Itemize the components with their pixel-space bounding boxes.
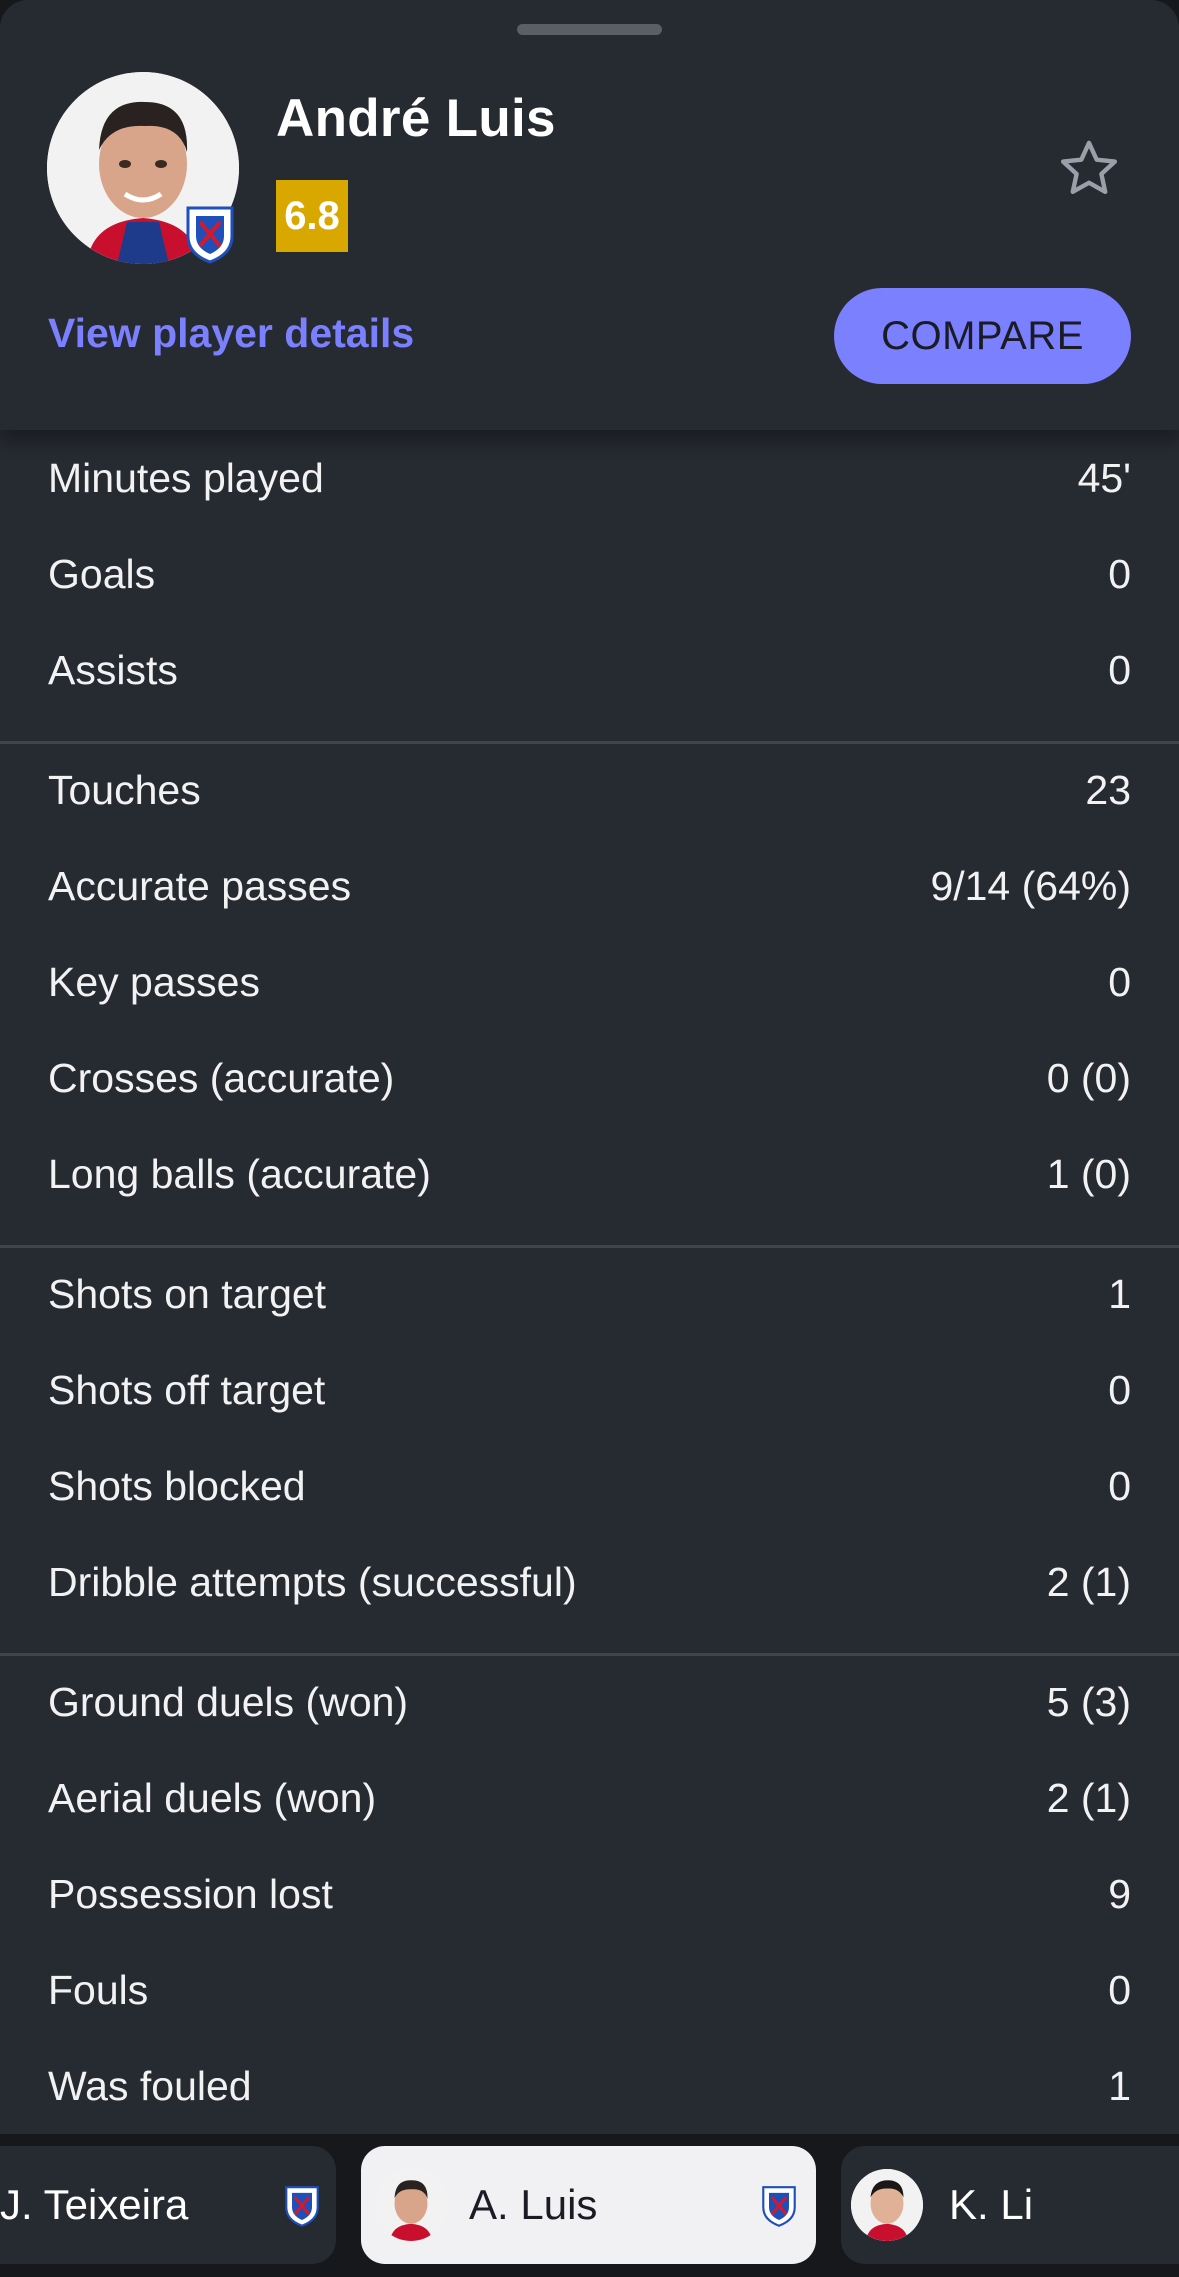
stat-row-ground-duels: Ground duels (won) 5 (3) bbox=[48, 1654, 1131, 1750]
player-chip-name: K. Li bbox=[949, 2181, 1034, 2228]
stat-label: Aerial duels (won) bbox=[48, 1774, 377, 1821]
stat-label: Long balls (accurate) bbox=[48, 1150, 431, 1197]
stat-label: Shots blocked bbox=[48, 1462, 306, 1509]
stat-value: 0 bbox=[1108, 1366, 1131, 1413]
stat-label: Assists bbox=[48, 646, 178, 693]
stat-value: 1 bbox=[1108, 1270, 1131, 1317]
stat-row-crosses: Crosses (accurate) 0 (0) bbox=[48, 1030, 1131, 1126]
stat-value: 9 bbox=[1108, 1870, 1131, 1917]
stat-value: 45' bbox=[1077, 454, 1131, 501]
stat-label: Touches bbox=[48, 766, 201, 813]
stat-row-was-fouled: Was fouled 1 bbox=[48, 2038, 1131, 2134]
stat-label: Ground duels (won) bbox=[48, 1678, 409, 1725]
stat-label: Key passes bbox=[48, 958, 260, 1005]
stat-value: 0 bbox=[1108, 1462, 1131, 1509]
stat-label: Accurate passes bbox=[48, 862, 352, 909]
player-chip-avatar bbox=[375, 2169, 447, 2241]
stat-label: Dribble attempts (successful) bbox=[48, 1558, 577, 1605]
player-switcher: J. Teixeira A. Luis K. Li bbox=[0, 2134, 1179, 2277]
stat-label: Possession lost bbox=[48, 1870, 333, 1917]
stat-label: Minutes played bbox=[48, 454, 324, 501]
player-name: André Luis bbox=[276, 89, 556, 148]
stat-value: 0 bbox=[1108, 958, 1131, 1005]
stat-row-key-passes: Key passes 0 bbox=[48, 934, 1131, 1030]
stat-label: Crosses (accurate) bbox=[48, 1054, 395, 1101]
view-player-details-link[interactable]: View player details bbox=[48, 310, 414, 357]
player-chip-avatar bbox=[851, 2169, 923, 2241]
player-chip-name: A. Luis bbox=[469, 2181, 598, 2228]
team-badge-icon bbox=[759, 2182, 799, 2228]
stat-row-possession-lost: Possession lost 9 bbox=[48, 1846, 1131, 1942]
stat-row-shots-on-target: Shots on target 1 bbox=[48, 1246, 1131, 1342]
favorite-star-icon[interactable] bbox=[1056, 136, 1122, 202]
stat-label: Goals bbox=[48, 550, 156, 597]
player-chip-teixeira[interactable]: J. Teixeira bbox=[0, 2146, 336, 2264]
player-header: André Luis 6.8 View player details COMPA… bbox=[0, 0, 1179, 430]
compare-button[interactable]: COMPARE bbox=[834, 288, 1131, 384]
stat-row-shots-off-target: Shots off target 0 bbox=[48, 1342, 1131, 1438]
stat-value: 0 bbox=[1108, 1966, 1131, 2013]
stat-row-assists: Assists 0 bbox=[48, 622, 1131, 718]
stat-row-accurate-passes: Accurate passes 9/14 (64%) bbox=[48, 838, 1131, 934]
stat-row-shots-blocked: Shots blocked 0 bbox=[48, 1438, 1131, 1534]
stat-value: 1 (0) bbox=[1046, 1150, 1131, 1197]
stat-row-dribble-attempts: Dribble attempts (successful) 2 (1) bbox=[48, 1534, 1131, 1630]
stat-value: 9/14 (64%) bbox=[930, 862, 1131, 909]
stat-label: Was fouled bbox=[48, 2062, 252, 2109]
stat-value: 5 (3) bbox=[1046, 1678, 1131, 1725]
stat-label: Shots off target bbox=[48, 1366, 326, 1413]
stat-label: Shots on target bbox=[48, 1270, 327, 1317]
player-rating-badge: 6.8 bbox=[276, 180, 348, 252]
player-chip-name: J. Teixeira bbox=[0, 2181, 189, 2228]
player-stats-sheet: André Luis 6.8 View player details COMPA… bbox=[0, 0, 1179, 2277]
stat-row-long-balls: Long balls (accurate) 1 (0) bbox=[48, 1126, 1131, 1222]
team-badge-icon bbox=[182, 202, 238, 264]
team-badge-icon bbox=[282, 2182, 322, 2228]
stat-row-fouls: Fouls 0 bbox=[48, 1942, 1131, 2038]
stat-value: 1 bbox=[1108, 2062, 1131, 2109]
stat-row-touches: Touches 23 bbox=[48, 742, 1131, 838]
stat-row-aerial-duels: Aerial duels (won) 2 (1) bbox=[48, 1750, 1131, 1846]
sheet-drag-handle[interactable] bbox=[517, 24, 662, 35]
stat-value: 0 (0) bbox=[1046, 1054, 1131, 1101]
player-chip-luis[interactable]: A. Luis bbox=[361, 2146, 816, 2264]
stat-row-goals: Goals 0 bbox=[48, 526, 1131, 622]
stat-label: Fouls bbox=[48, 1966, 149, 2013]
stat-value: 0 bbox=[1108, 646, 1131, 693]
stat-value: 0 bbox=[1108, 550, 1131, 597]
stat-value: 2 (1) bbox=[1046, 1558, 1131, 1605]
player-chip-li[interactable]: K. Li bbox=[841, 2146, 1179, 2264]
stat-value: 23 bbox=[1085, 766, 1131, 813]
stat-value: 2 (1) bbox=[1046, 1774, 1131, 1821]
stat-row-minutes-played: Minutes played 45' bbox=[48, 430, 1131, 526]
